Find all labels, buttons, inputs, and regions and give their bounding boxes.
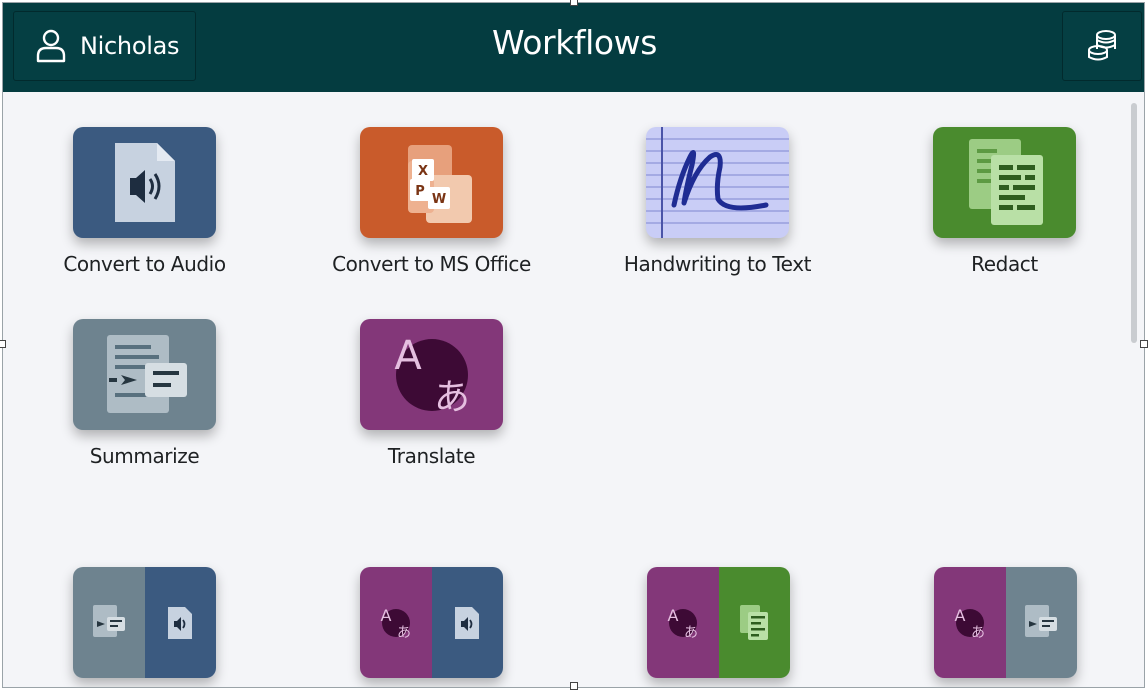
svg-text:あ: あ [434, 377, 470, 418]
combined-workflow-summarize-audio[interactable] [73, 567, 216, 678]
top-bar: Nicholas Workflows [3, 3, 1144, 92]
svg-text:A: A [380, 606, 391, 625]
svg-text:あ: あ [397, 625, 411, 641]
svg-text:A: A [394, 333, 422, 379]
resize-handle-left[interactable] [0, 340, 6, 348]
summarize-icon [1025, 604, 1058, 637]
credits-button[interactable] [1062, 11, 1142, 81]
workflow-label: Convert to Audio [63, 252, 226, 276]
workflow-translate[interactable]: A あ Translate [320, 319, 540, 499]
svg-text:A: A [954, 606, 965, 625]
resize-handle-top[interactable] [570, 0, 578, 6]
workflow-redact[interactable]: Redact [893, 127, 1113, 307]
page-title: Workflows [491, 23, 658, 62]
audio-file-icon [455, 606, 480, 639]
svg-text:W: W [432, 192, 446, 207]
translate-icon: A あ [360, 319, 503, 430]
translate-icon: A あ [954, 606, 985, 641]
summarize-icon [92, 604, 125, 637]
svg-text:あ: あ [971, 625, 985, 641]
workflow-convert-to-audio[interactable]: Convert to Audio [33, 127, 253, 307]
svg-text:X: X [418, 164, 428, 179]
resize-handle-right[interactable] [1140, 340, 1148, 348]
redact-documents-icon [740, 604, 769, 640]
audio-file-icon [168, 606, 193, 639]
handwriting-icon [646, 127, 789, 238]
workflow-label: Translate [387, 444, 476, 468]
redact-documents-icon [933, 127, 1076, 238]
vertical-scrollbar[interactable] [1131, 103, 1137, 343]
workflow-convert-to-ms-office[interactable]: P X W Convert to MS Office [320, 127, 540, 307]
workflow-summarize[interactable]: Summarize [33, 319, 253, 499]
app-window: Nicholas Workflows Convert to Audio P X … [2, 2, 1145, 688]
svg-text:A: A [667, 606, 678, 625]
svg-text:P: P [415, 184, 425, 199]
coins-stack-icon [1088, 30, 1116, 61]
workflow-label: Redact [971, 252, 1038, 276]
combined-workflow-translate-audio[interactable]: A あ [360, 567, 503, 678]
resize-handle-bottom[interactable] [570, 682, 578, 690]
combined-workflow-translate-redact[interactable]: A あ [647, 567, 790, 678]
translate-icon: A あ [667, 606, 698, 641]
audio-file-icon [73, 127, 216, 238]
combined-workflow-translate-summarize[interactable]: A あ [934, 567, 1077, 678]
svg-text:あ: あ [684, 625, 698, 641]
ms-office-icon: P X W [360, 127, 503, 238]
workflow-label: Handwriting to Text [623, 252, 812, 276]
summarize-icon [73, 319, 216, 430]
translate-icon: A あ [380, 606, 411, 641]
workflow-label: Summarize [89, 444, 200, 468]
workflow-handwriting-to-text[interactable]: Handwriting to Text [606, 127, 826, 307]
workflow-label: Convert to MS Office [332, 252, 531, 276]
